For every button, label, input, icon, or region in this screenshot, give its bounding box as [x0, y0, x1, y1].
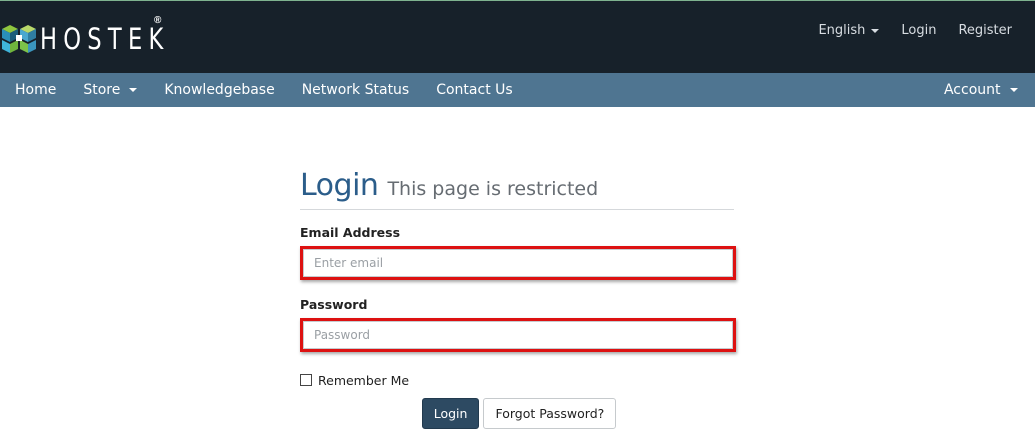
chevron-down-icon	[129, 88, 138, 92]
nav-item-home[interactable]: Home	[0, 73, 70, 107]
page-subtitle: This page is restricted	[387, 178, 599, 200]
nav-item-store-label: Store	[83, 82, 121, 98]
top-register-link[interactable]: Register	[947, 23, 1023, 38]
brand-logo[interactable]: HOSTEK	[2, 19, 206, 59]
email-input[interactable]	[303, 249, 733, 277]
nav-item-contact-us[interactable]: Contact Us	[423, 73, 526, 107]
nav-account: Account	[929, 73, 1031, 107]
nav-menu: Home Store Knowledgebase Network Status …	[0, 73, 526, 107]
password-label: Password	[300, 297, 368, 312]
brand-name: HOSTEK	[40, 21, 170, 56]
hostek-logo-icon	[2, 25, 36, 53]
chevron-down-icon	[871, 28, 880, 33]
password-highlight-box	[300, 318, 736, 352]
email-label: Email Address	[300, 225, 401, 240]
email-highlight-box	[300, 246, 736, 280]
main-navbar: Home Store Knowledgebase Network Status …	[0, 73, 1035, 107]
chevron-down-icon	[1009, 88, 1018, 92]
nav-item-store[interactable]: Store	[70, 73, 151, 107]
forgot-password-button[interactable]: Forgot Password?	[483, 398, 617, 429]
remember-me-label[interactable]: Remember Me	[318, 373, 409, 388]
top-login-link[interactable]: Login	[890, 23, 947, 38]
language-label: English	[818, 23, 866, 38]
page-title: Login	[300, 168, 379, 203]
registered-mark: ®	[154, 15, 162, 26]
form-actions: Login Forgot Password?	[300, 398, 734, 429]
nav-item-network-status[interactable]: Network Status	[288, 73, 423, 107]
account-dropdown[interactable]: Account	[929, 73, 1031, 107]
language-dropdown[interactable]: English	[807, 23, 890, 38]
login-panel: Login This page is restricted Email Addr…	[300, 160, 736, 429]
login-heading: Login This page is restricted	[300, 160, 734, 210]
login-button[interactable]: Login	[421, 398, 480, 429]
remember-me-checkbox[interactable]	[300, 374, 312, 386]
account-label: Account	[943, 82, 1001, 98]
password-input[interactable]	[303, 321, 733, 349]
top-links: English Login Register	[807, 23, 1023, 38]
remember-me-row: Remember Me	[300, 372, 734, 388]
top-header: HOSTEK ® English Login Register	[0, 0, 1035, 73]
nav-item-knowledgebase[interactable]: Knowledgebase	[151, 73, 288, 107]
